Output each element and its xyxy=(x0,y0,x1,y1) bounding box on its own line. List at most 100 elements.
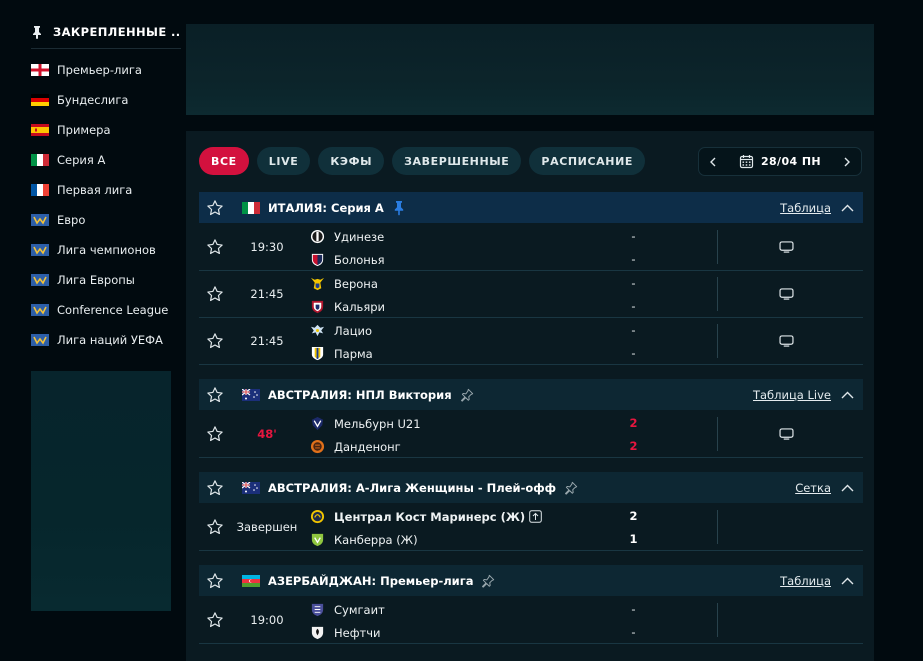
league-header-italy-serie-a[interactable]: ИТАЛИЯ: Серия А Таблица xyxy=(199,192,863,223)
filter-odds-button[interactable]: КЭФЫ xyxy=(318,147,385,175)
europe-flag-icon xyxy=(31,244,49,256)
league-header-australia-a-league-women[interactable]: АВСТРАЛИЯ: А-Лига Женщины - Плей-офф Сет… xyxy=(199,472,863,503)
chevron-up-icon[interactable] xyxy=(841,484,854,492)
sidebar-item-primera[interactable]: Примера xyxy=(31,115,181,145)
home-score: - xyxy=(631,276,636,290)
pin-icon[interactable] xyxy=(564,480,578,496)
match-row[interactable]: 19:30 Удинезе Болонья - - xyxy=(199,224,863,271)
team-name: Лацио xyxy=(334,323,373,338)
filter-finished-button[interactable]: ЗАВЕРШЕННЫЕ xyxy=(392,147,522,175)
filter-live-button[interactable]: LIVE xyxy=(256,147,311,175)
filter-all-button[interactable]: ВСЕ xyxy=(199,147,249,175)
spain-flag-icon xyxy=(31,124,49,136)
bologna-logo-icon xyxy=(311,253,324,267)
sidebar-item-europa-league[interactable]: Лига Европы xyxy=(31,265,181,295)
sidebar-item-conference-league[interactable]: Conference League xyxy=(31,295,181,325)
home-team: Лацио xyxy=(310,323,372,338)
sidebar-item-nations-league[interactable]: Лига наций УЕФА xyxy=(31,325,181,355)
sidebar-item-label: Лига Европы xyxy=(57,273,135,287)
parma-logo-icon xyxy=(311,346,324,361)
sidebar-item-champions-league[interactable]: Лига чемпионов xyxy=(31,235,181,265)
dandenong-logo-icon xyxy=(310,439,325,454)
pin-icon[interactable] xyxy=(460,387,474,403)
match-row[interactable]: Завершен Централ Кост Маринерс (Ж) Канбе… xyxy=(199,504,863,551)
star-icon[interactable] xyxy=(206,611,224,629)
star-icon[interactable] xyxy=(206,386,224,404)
australia-flag-icon xyxy=(242,482,260,494)
star-icon[interactable] xyxy=(206,479,224,497)
date-display[interactable]: 28/04 ПН xyxy=(739,154,821,169)
away-team: Парма xyxy=(310,346,373,361)
europe-flag-icon xyxy=(31,304,49,316)
top-ad-banner[interactable] xyxy=(186,24,874,115)
azerbaijan-flag-icon xyxy=(242,574,260,587)
sidebar-divider xyxy=(31,48,181,49)
league-bracket-link[interactable]: Сетка xyxy=(795,481,831,495)
match-status: Завершен xyxy=(236,520,298,534)
sidebar-item-serie-a[interactable]: Серия А xyxy=(31,145,181,175)
sidebar-ad-banner[interactable] xyxy=(31,371,171,611)
team-name: Централ Кост Маринерс (Ж) xyxy=(334,509,526,524)
england-flag-icon xyxy=(31,64,49,76)
home-score: 2 xyxy=(629,509,638,523)
canberra-logo-icon xyxy=(311,533,324,547)
away-score: - xyxy=(631,346,636,360)
europe-flag-icon xyxy=(31,214,49,226)
league-table-link[interactable]: Таблица xyxy=(780,201,831,215)
france-flag-icon xyxy=(31,184,49,196)
star-icon[interactable] xyxy=(206,285,224,303)
tv-icon[interactable] xyxy=(779,288,794,300)
pin-icon[interactable] xyxy=(481,573,495,589)
league-header-azerbaijan-premier-league[interactable]: АЗЕРБАЙДЖАН: Премьер-лига Таблица xyxy=(199,565,863,596)
away-score: 1 xyxy=(629,532,638,546)
sidebar-item-bundesliga[interactable]: Бундеслига xyxy=(31,85,181,115)
sidebar-item-label: Премьер-лига xyxy=(57,63,142,77)
chevron-up-icon[interactable] xyxy=(841,577,854,585)
italy-flag-icon xyxy=(242,201,260,214)
star-icon[interactable] xyxy=(206,425,224,443)
pinned-icon[interactable] xyxy=(392,200,406,216)
league-name: АВСТРАЛИЯ: А-Лига Женщины - Плей-офф xyxy=(268,480,557,495)
team-name: Данденонг xyxy=(334,439,401,454)
away-score: 2 xyxy=(629,439,638,453)
away-team: Данденонг xyxy=(310,439,401,454)
sidebar-item-premier-league[interactable]: Премьер-лига xyxy=(31,55,181,85)
chevron-right-icon[interactable] xyxy=(843,157,851,167)
chevron-up-icon[interactable] xyxy=(841,204,854,212)
cagliari-logo-icon xyxy=(311,300,324,314)
tv-icon[interactable] xyxy=(779,428,794,440)
date-picker: 28/04 ПН xyxy=(698,147,862,176)
match-row[interactable]: 21:45 Верона Кальяри - - xyxy=(199,271,863,318)
star-icon[interactable] xyxy=(206,332,224,350)
star-icon[interactable] xyxy=(206,572,224,590)
team-name: Кальяри xyxy=(334,299,386,314)
away-team: Канберра (Ж) xyxy=(310,532,418,547)
match-time: 19:00 xyxy=(250,613,284,627)
tv-icon[interactable] xyxy=(779,241,794,253)
away-team: Болонья xyxy=(310,252,385,267)
star-icon[interactable] xyxy=(206,518,224,536)
match-row[interactable]: 48' Мельбурн U21 Данденонг 2 2 xyxy=(199,411,863,458)
sidebar-item-label: Серия А xyxy=(57,153,106,167)
match-row[interactable]: 19:00 Сумгаит Нефтчи - - xyxy=(199,597,863,644)
home-score: - xyxy=(631,602,636,616)
filter-schedule-button[interactable]: РАСПИСАНИЕ xyxy=(529,147,645,175)
match-row[interactable]: 21:45 Лацио Парма - - xyxy=(199,318,863,365)
league-table-link[interactable]: Таблица xyxy=(780,574,831,588)
sidebar-item-euro[interactable]: Евро xyxy=(31,205,181,235)
neftchi-logo-icon xyxy=(311,626,324,640)
league-table-link[interactable]: Таблица Live xyxy=(753,388,831,402)
match-time: 21:45 xyxy=(250,334,284,348)
column-divider xyxy=(717,510,718,544)
verona-logo-icon xyxy=(310,277,325,291)
sidebar-item-ligue-1[interactable]: Первая лига xyxy=(31,175,181,205)
star-icon[interactable] xyxy=(206,199,224,217)
star-icon[interactable] xyxy=(206,238,224,256)
team-name: Верона xyxy=(334,276,378,291)
tv-icon[interactable] xyxy=(779,335,794,347)
league-header-australia-npl-victoria[interactable]: АВСТРАЛИЯ: НПЛ Виктория Таблица Live xyxy=(199,379,863,410)
pinned-header: ЗАКРЕПЛЕННЫЕ ... xyxy=(31,24,181,40)
chevron-up-icon[interactable] xyxy=(841,391,854,399)
chevron-left-icon[interactable] xyxy=(709,157,717,167)
australia-flag-icon xyxy=(242,389,260,401)
